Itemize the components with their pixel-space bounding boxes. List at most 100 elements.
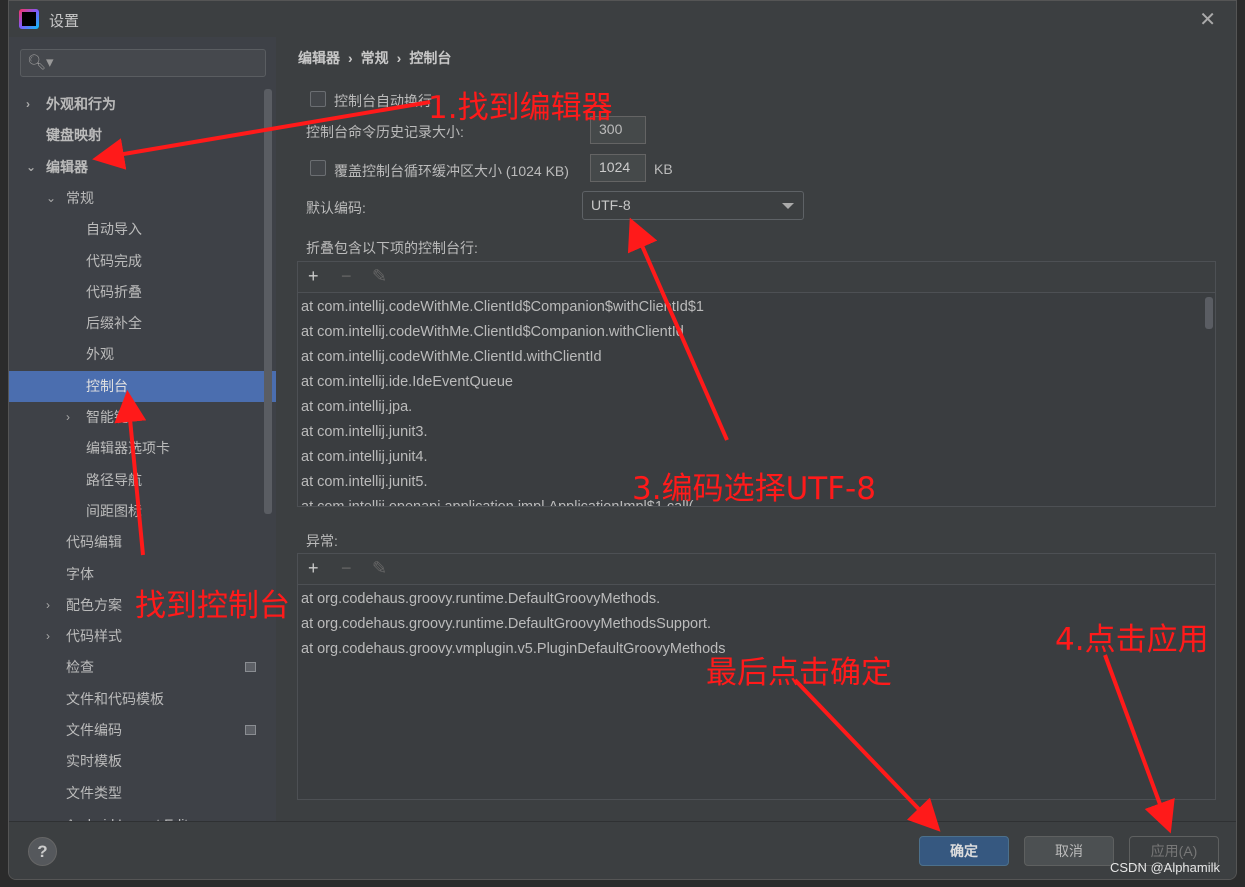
sidebar-item[interactable]: › 代码样式	[9, 621, 276, 652]
annotation-find-console: 找到控制台	[135, 588, 290, 624]
sidebar-item[interactable]: 键盘映射	[9, 120, 276, 151]
sidebar-item[interactable]: › 外观和行为	[9, 89, 276, 120]
settings-dialog: 设置 ✕ 🔍︎▾ › 外观和行为键盘映射 ⌄ 编辑器 ⌄ 常规自动导入代码完成代码折叠后缀…	[8, 0, 1237, 880]
default-encoding-label: 默认编码:	[306, 200, 366, 216]
sidebar-item[interactable]: 实时模板	[9, 746, 276, 777]
sidebar-item[interactable]: 控制台	[9, 370, 276, 402]
help-button[interactable]: ?	[28, 837, 57, 866]
list-item[interactable]: at org.codehaus.groovy.runtime.DefaultGr…	[298, 587, 1215, 612]
sidebar-item[interactable]: 代码完成	[9, 246, 276, 277]
search-icon: 🔍︎▾	[27, 54, 54, 71]
edit-icon[interactable]: ✎	[372, 266, 387, 287]
sidebar-item[interactable]: ⌄ 常规	[9, 183, 276, 214]
sidebar-item[interactable]: 代码编辑	[9, 527, 276, 558]
sidebar-item-label: 实时模板	[66, 753, 122, 770]
title-bar: 设置 ✕	[9, 1, 1236, 37]
add-icon[interactable]: +	[308, 558, 319, 579]
buffer-size-input[interactable]: 1024	[590, 154, 646, 182]
exceptions-label: 异常:	[306, 533, 338, 549]
sidebar-item[interactable]: 检查	[9, 652, 276, 683]
sidebar-item[interactable]: 文件类型	[9, 778, 276, 809]
list-item[interactable]: at com.intellij.codeWithMe.ClientId.with…	[298, 345, 1215, 370]
sidebar-item[interactable]: 后缀补全	[9, 308, 276, 339]
list-item[interactable]: at com.intellij.codeWithMe.ClientId$Comp…	[298, 295, 1215, 320]
edit-icon[interactable]: ✎	[372, 558, 387, 579]
auto-wrap-checkbox[interactable]	[310, 91, 326, 107]
encoding-value: UTF-8	[591, 197, 631, 213]
chevron-down-icon	[782, 203, 794, 209]
breadcrumb-general[interactable]: 常规	[361, 50, 389, 66]
sidebar-item-label: 代码样式	[66, 628, 122, 645]
breadcrumb-editor[interactable]: 编辑器	[298, 50, 340, 66]
sidebar-item-label: 代码编辑	[66, 534, 122, 551]
sidebar-item-label: 检查	[66, 659, 94, 676]
chevron-right-icon[interactable]: ›	[26, 89, 30, 120]
fold-toolbar: + − ✎	[298, 262, 1215, 293]
sidebar-item[interactable]: › 智能键	[9, 402, 276, 433]
sidebar-item[interactable]: ⌄ 编辑器	[9, 152, 276, 183]
sidebar-item[interactable]: 文件和代码模板	[9, 684, 276, 715]
sidebar-item-label: 外观	[86, 346, 114, 363]
window-title: 设置	[49, 13, 80, 30]
project-scope-icon	[245, 725, 256, 735]
list-item[interactable]: at com.intellij.codeWithMe.ClientId$Comp…	[298, 320, 1215, 345]
dialog-footer: ? 确定 取消 应用(A)	[9, 821, 1236, 879]
sidebar-item-label: 自动导入	[86, 221, 142, 238]
breadcrumb-console: 控制台	[409, 50, 452, 66]
auto-wrap-label: 控制台自动换行	[334, 93, 432, 109]
sidebar-item-label: 常规	[66, 189, 94, 206]
sidebar-item[interactable]: 文件编码	[9, 715, 276, 746]
sidebar-item-label: 代码折叠	[86, 283, 142, 300]
cancel-button[interactable]: 取消	[1024, 836, 1114, 866]
sidebar-item-label: 间距图标	[86, 502, 142, 519]
override-buffer-label: 覆盖控制台循环缓冲区大小 (1024 KB)	[334, 163, 569, 179]
annotation-click-apply: 4.点击应用	[1055, 622, 1209, 658]
sidebar-item[interactable]: 代码折叠	[9, 277, 276, 308]
sidebar-item[interactable]: 自动导入	[9, 214, 276, 245]
sidebar-item-label: 文件编码	[66, 722, 122, 738]
exceptions-toolbar: + − ✎	[298, 554, 1215, 585]
list-item[interactable]: at com.intellij.ide.IdeEventQueue	[298, 370, 1215, 395]
sidebar-item[interactable]: 路径导航	[9, 465, 276, 496]
override-buffer-checkbox[interactable]	[310, 160, 326, 176]
project-scope-icon	[245, 662, 256, 673]
chevron-down-icon[interactable]: ⌄	[26, 152, 36, 183]
sidebar-item-label: 文件和代码模板	[66, 690, 164, 707]
sidebar-item[interactable]: 编辑器选项卡	[9, 433, 276, 464]
fold-list-scrollbar[interactable]	[1205, 297, 1213, 329]
sidebar-item-label: 代码完成	[86, 252, 142, 269]
chevron-right-icon[interactable]: ›	[46, 621, 50, 652]
chevron-down-icon[interactable]: ⌄	[46, 183, 56, 214]
annotation-select-utf8: 3.编码选择UTF-8	[632, 471, 876, 507]
sidebar-item-label: 智能键	[86, 409, 128, 425]
remove-icon[interactable]: −	[341, 266, 352, 287]
search-input[interactable]: 🔍︎▾	[20, 49, 266, 77]
watermark: CSDN @Alphamilk	[1110, 860, 1220, 875]
sidebar-item-label: 编辑器	[46, 158, 88, 175]
sidebar-item[interactable]: 外观	[9, 339, 276, 370]
list-item[interactable]: at com.intellij.jpa.	[298, 395, 1215, 420]
breadcrumb-sep: ›	[396, 50, 402, 66]
sidebar-scrollbar[interactable]	[264, 89, 272, 514]
sidebar-item[interactable]: 间距图标	[9, 496, 276, 527]
sidebar-item-label: 路径导航	[86, 471, 142, 488]
list-item[interactable]: at com.intellij.junit3.	[298, 420, 1215, 445]
breadcrumb-sep: ›	[348, 50, 353, 66]
kb-unit-label: KB	[654, 161, 673, 177]
sidebar-item-label: 后缀补全	[86, 315, 142, 332]
chevron-right-icon[interactable]: ›	[46, 590, 50, 621]
sidebar-item-label: 外观和行为	[46, 96, 116, 112]
sidebar-item-label: 配色方案	[66, 596, 122, 613]
sidebar-item-label: 编辑器选项卡	[86, 440, 170, 457]
sidebar-item-label: 键盘映射	[46, 127, 102, 144]
sidebar-item-label: 控制台	[86, 377, 128, 394]
breadcrumb: 编辑器 › 常规 › 控制台	[298, 48, 459, 68]
annotation-click-ok: 最后点击确定	[706, 655, 892, 691]
add-icon[interactable]: +	[308, 266, 319, 287]
default-encoding-select[interactable]: UTF-8	[582, 191, 804, 220]
annotation-find-editor: 1.找到编辑器	[428, 90, 613, 126]
remove-icon[interactable]: −	[341, 558, 352, 579]
chevron-right-icon[interactable]: ›	[66, 402, 70, 433]
close-icon[interactable]: ✕	[1199, 7, 1216, 32]
ok-button[interactable]: 确定	[919, 836, 1009, 866]
